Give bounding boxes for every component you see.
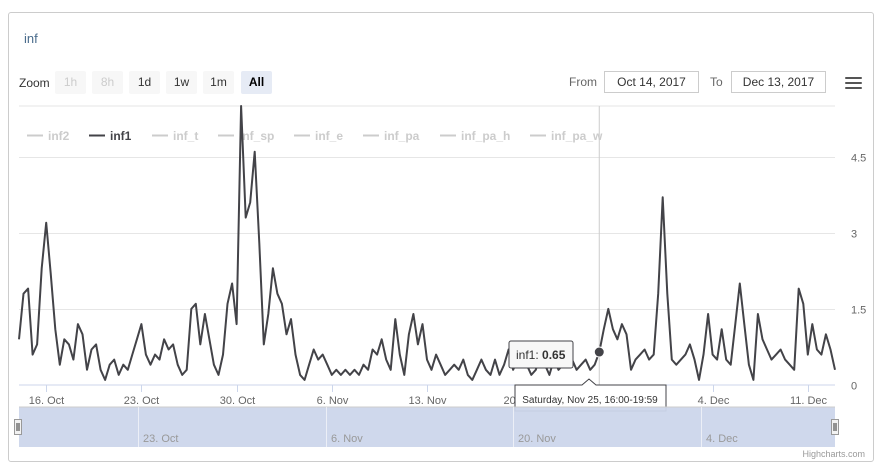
legend-item-inf-e[interactable]: inf_e: [294, 129, 343, 143]
x-tick-label: 30. Oct: [220, 395, 255, 407]
credits[interactable]: Highcharts.com: [802, 449, 865, 459]
legend-item-inf1[interactable]: inf1: [89, 129, 132, 143]
legend-label: inf_e: [315, 129, 343, 143]
navigator[interactable]: 23. Oct 6. Nov 20. Nov 4. Dec: [14, 406, 839, 447]
tooltip: inf1: 0.65: [508, 340, 574, 369]
x-tick-label: 23. Oct: [124, 395, 159, 407]
tooltip-colon: :: [535, 348, 542, 362]
grid-lines: [19, 157, 835, 310]
y-tick-label: 3: [851, 229, 857, 241]
tooltip-series-name: inf1: [516, 348, 536, 362]
navigator-label: 23. Oct: [143, 433, 178, 445]
legend-item-inf-pa[interactable]: inf_pa: [363, 129, 420, 143]
navigator-handle-right-box[interactable]: [831, 419, 839, 435]
legend-label: inf1: [110, 129, 132, 143]
y-tick-label: 1.5: [851, 305, 866, 317]
legend-item-inf-pa-h[interactable]: inf_pa_h: [440, 129, 510, 143]
tooltip-text: inf1: 0.65: [516, 348, 566, 362]
legend-label: inf_pa: [384, 129, 420, 143]
x-tick-label: 13. Nov: [409, 395, 447, 407]
x-axis: 16. Oct23. Oct30. Oct6. Nov13. Nov20. No…: [29, 385, 828, 407]
legend-label: inf_pa_h: [461, 129, 510, 143]
navigator-handle-left-box[interactable]: [14, 419, 22, 435]
series-line-inf1: [18, 105, 836, 381]
navigator-handle-right[interactable]: [831, 419, 839, 435]
legend-item-inf-t[interactable]: inf_t: [152, 129, 198, 143]
legend: inf2 inf1 inf_t inf_sp inf_e inf_pa inf_pa_h in…: [27, 129, 603, 143]
navigator-handle-left[interactable]: [14, 419, 22, 435]
navigator-label: 4. Dec: [706, 433, 738, 445]
legend-item-inf-pa-w[interactable]: inf_pa_w: [530, 129, 603, 143]
x-tick-label: 11. Dec: [790, 395, 828, 407]
navigator-label: 6. Nov: [331, 433, 363, 445]
date-flag-text: Saturday, Nov 25, 16:00-19:59: [522, 395, 658, 406]
legend-label: inf_sp: [239, 129, 274, 143]
x-tick-label: 6. Nov: [317, 395, 349, 407]
legend-item-inf-sp[interactable]: inf_sp: [218, 129, 274, 143]
legend-label: inf_t: [173, 129, 198, 143]
y-tick-label: 4.5: [851, 153, 866, 165]
legend-label: inf_pa_w: [551, 129, 603, 143]
x-tick-label: 4. Dec: [698, 395, 730, 407]
y-tick-label: 0: [851, 381, 857, 393]
x-tick-label: 16. Oct: [29, 395, 64, 407]
tooltip-value: 0.65: [542, 348, 566, 362]
legend-label: inf2: [48, 129, 70, 143]
chart-svg: inf2 inf1 inf_t inf_sp inf_e inf_pa inf_pa_h in…: [14, 105, 866, 459]
y-axis: 0 1.5 3 4.5: [851, 153, 866, 393]
hover-marker: [593, 346, 605, 358]
x-date-flag: Saturday, Nov 25, 16:00-19:59: [514, 378, 667, 412]
legend-item-inf2[interactable]: inf2: [27, 129, 70, 143]
navigator-label: 20. Nov: [518, 433, 556, 445]
